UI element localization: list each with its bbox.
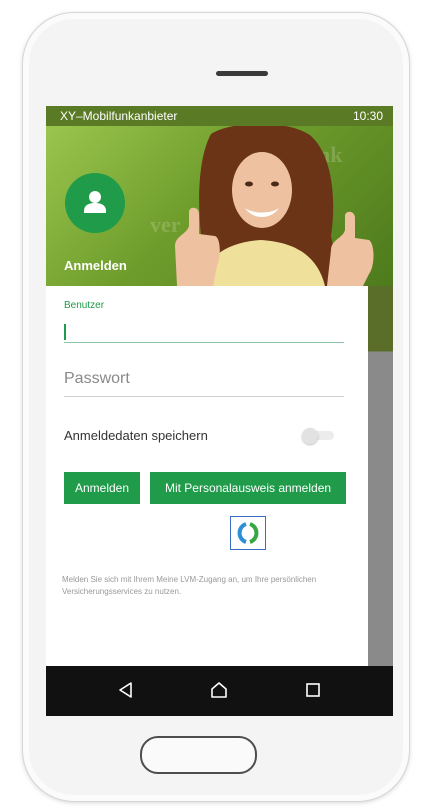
password-input[interactable] <box>64 370 334 388</box>
app-screen: XY–Mobilfunkanbieter 10:30 denk ver Anme… <box>46 106 393 716</box>
speaker-grille <box>216 71 268 76</box>
back-icon[interactable] <box>117 681 135 699</box>
ausweisapp-icon <box>237 522 259 544</box>
login-form: Benutzer Anmeldedaten speichern Anmelden… <box>46 286 368 666</box>
carrier-name: XY–Mobilfunkanbieter <box>60 109 178 123</box>
recents-icon[interactable] <box>304 681 322 699</box>
device-home-button[interactable] <box>140 736 257 774</box>
user-icon <box>84 191 106 213</box>
info-text: Melden Sie sich mit Ihrem Meine LVM-Zuga… <box>62 575 317 596</box>
hero-banner: denk ver Anmelden <box>46 126 393 286</box>
username-input[interactable] <box>64 318 344 343</box>
user-avatar <box>65 173 125 233</box>
home-icon[interactable] <box>209 681 229 699</box>
status-time: 10:30 <box>352 109 383 123</box>
id-card-login-button[interactable]: Mit Personalausweis anmelden <box>150 472 346 504</box>
page-title: Anmelden <box>64 258 127 273</box>
remember-credentials-label: Anmeldedaten speichern <box>64 428 208 443</box>
username-label: Benutzer <box>64 300 105 311</box>
background-panel <box>368 286 393 666</box>
login-button[interactable]: Anmelden <box>64 472 140 504</box>
android-nav-bar <box>46 666 393 716</box>
password-field[interactable] <box>64 366 344 397</box>
text-cursor <box>64 324 66 340</box>
status-bar: XY–Mobilfunkanbieter 10:30 <box>46 106 393 126</box>
thumbs-up-woman-photo <box>175 126 374 286</box>
toggle-knob <box>302 428 318 444</box>
remember-credentials-toggle[interactable] <box>302 428 336 444</box>
ausweisapp-button[interactable] <box>230 516 266 550</box>
